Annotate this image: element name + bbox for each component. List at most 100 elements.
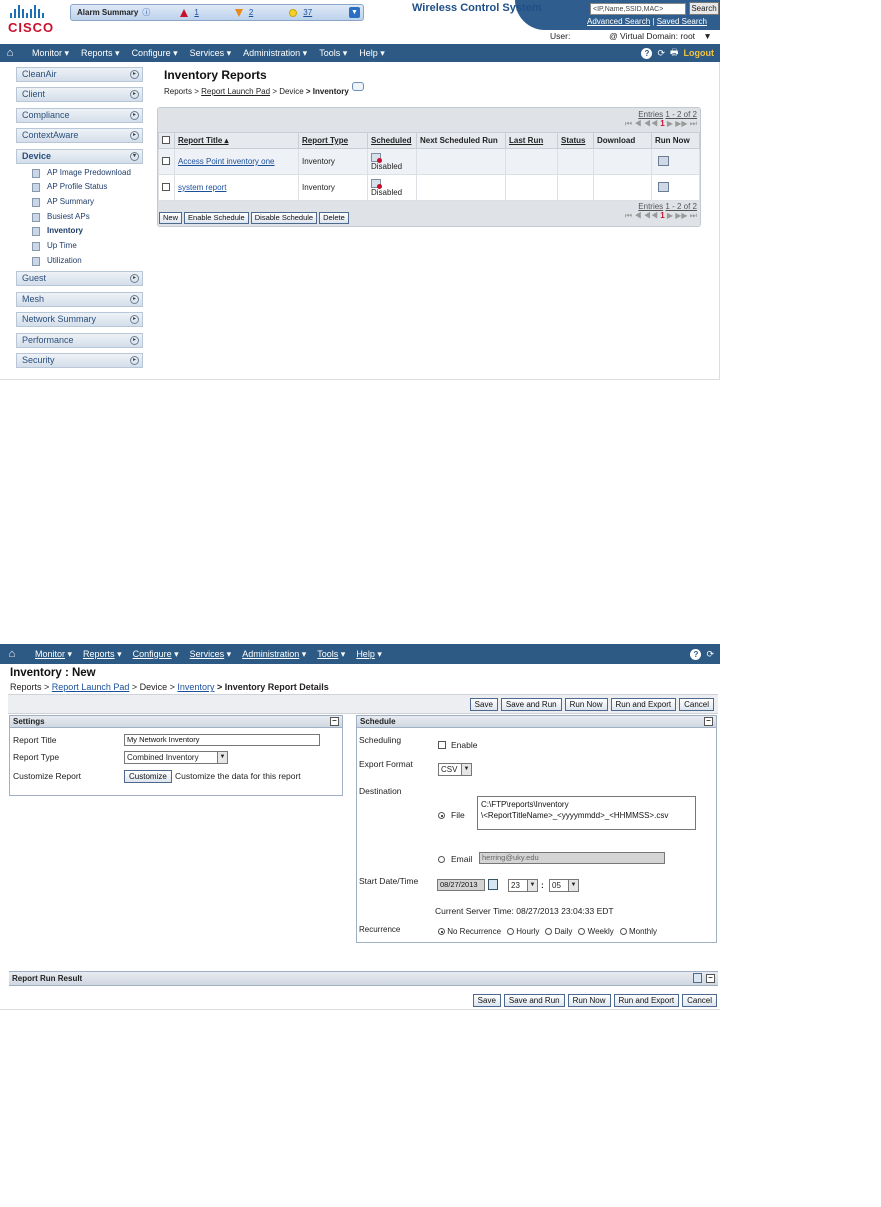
menu-reports[interactable]: Reports ▾: [81, 48, 120, 59]
collapse-icon[interactable]: –: [704, 717, 713, 726]
help-icon[interactable]: ?: [690, 648, 702, 660]
file-radio[interactable]: [438, 812, 445, 819]
sidebar-item-client[interactable]: Client ▸: [16, 87, 143, 103]
menu-configure[interactable]: Configure ▾: [132, 48, 178, 59]
menu-services[interactable]: Services ▾: [190, 649, 232, 660]
customize-button[interactable]: Customize: [124, 770, 172, 783]
major-alarm-count[interactable]: 2: [249, 8, 253, 17]
calendar-icon[interactable]: [488, 879, 498, 890]
sidebar-item-security[interactable]: Security ▸: [16, 352, 143, 368]
recurrence-hourly[interactable]: Hourly: [507, 927, 539, 936]
run-now-button[interactable]: Run Now: [567, 994, 611, 1007]
sidebar-subitem-up-time[interactable]: Up Time: [16, 239, 143, 254]
logout-link[interactable]: Logout: [684, 48, 715, 58]
global-search-input[interactable]: <IP,Name,SSID,MAC>: [590, 3, 686, 15]
breadcrumb-report-launch-pad[interactable]: Report Launch Pad: [52, 682, 130, 692]
pager-prev-icons[interactable]: ⏮ ◀ ◀◀: [625, 119, 658, 128]
run-and-export-button[interactable]: Run and Export: [610, 698, 677, 711]
report-title-link[interactable]: Access Point inventory one: [178, 157, 275, 166]
run-and-export-button[interactable]: Run and Export: [613, 994, 680, 1007]
new-button[interactable]: New: [159, 212, 183, 224]
sidebar-subitem-busiest-aps[interactable]: Busiest APs: [16, 210, 143, 225]
home-icon[interactable]: ⌂: [0, 648, 24, 660]
comment-bubble-icon[interactable]: [352, 82, 364, 91]
menu-configure[interactable]: Configure ▾: [133, 649, 179, 660]
search-button[interactable]: Search: [689, 2, 719, 15]
advanced-search-link[interactable]: Advanced Search: [587, 17, 650, 26]
save-and-run-button[interactable]: Save and Run: [503, 994, 565, 1007]
sidebar-item-network-summary[interactable]: Network Summary ▸: [16, 312, 143, 328]
menu-help[interactable]: Help ▾: [356, 649, 382, 660]
col-last-run[interactable]: Last Run: [505, 132, 558, 149]
menu-monitor[interactable]: Monitor ▾: [35, 649, 72, 660]
sidebar-item-device[interactable]: Device ▾: [16, 148, 143, 164]
home-icon[interactable]: ⌂: [0, 47, 20, 59]
report-type-select[interactable]: Combined Inventory ▼: [124, 751, 228, 764]
email-radio[interactable]: [438, 856, 445, 863]
recurrence-weekly[interactable]: Weekly: [578, 927, 614, 936]
alarm-summary-bar[interactable]: Alarm Summary ⓘ 1 2 37 ▼: [70, 4, 364, 21]
collapse-icon[interactable]: –: [330, 717, 339, 726]
disable-schedule-button[interactable]: Disable Schedule: [250, 212, 318, 224]
pager-next-icons[interactable]: ▶ ▶▶ ⏭: [667, 211, 697, 220]
row-checkbox[interactable]: [162, 156, 170, 165]
help-icon[interactable]: ?: [641, 47, 653, 59]
refresh-icon[interactable]: ⟳: [657, 48, 665, 59]
critical-alarm-count[interactable]: 1: [194, 8, 198, 17]
sidebar-item-compliance[interactable]: Compliance ▸: [16, 107, 143, 123]
sidebar-subitem-inventory[interactable]: Inventory: [16, 224, 143, 239]
col-report-title[interactable]: Report Title ▴: [174, 132, 299, 149]
cancel-button[interactable]: Cancel: [682, 994, 717, 1007]
export-format-select[interactable]: CSV ▼: [438, 763, 472, 776]
pager-prev-icons[interactable]: ⏮ ◀ ◀◀: [625, 211, 658, 220]
menu-services[interactable]: Services ▾: [190, 48, 232, 59]
sidebar-item-cleanair[interactable]: CleanAir ▸: [16, 67, 143, 82]
sidebar-item-contextaware[interactable]: ContextAware ▸: [16, 128, 143, 144]
report-title-link[interactable]: system report: [178, 183, 226, 192]
save-and-run-button[interactable]: Save and Run: [500, 698, 562, 711]
recurrence-monthly[interactable]: Monthly: [619, 927, 657, 936]
cancel-button[interactable]: Cancel: [679, 698, 714, 711]
menu-reports[interactable]: Reports ▾: [83, 649, 122, 660]
pager-next-icons[interactable]: ▶ ▶▶ ⏭: [667, 119, 697, 128]
save-button[interactable]: Save: [472, 994, 501, 1007]
sidebar-item-guest[interactable]: Guest ▸: [16, 271, 143, 287]
run-now-button[interactable]: Run Now: [564, 698, 608, 711]
breadcrumb-report-launch-pad[interactable]: Report Launch Pad: [201, 87, 270, 96]
domain-dropdown-icon[interactable]: ▼: [703, 31, 711, 41]
menu-tools[interactable]: Tools ▾: [319, 48, 347, 59]
sidebar-subitem-utilization[interactable]: Utilization: [16, 254, 143, 269]
menu-administration[interactable]: Administration ▾: [243, 48, 307, 59]
sidebar-item-mesh[interactable]: Mesh ▸: [16, 291, 143, 307]
select-all-checkbox[interactable]: [162, 135, 170, 144]
refresh-icon[interactable]: ⟳: [706, 649, 714, 660]
save-button[interactable]: Save: [469, 698, 498, 711]
breadcrumb-inventory[interactable]: Inventory: [177, 682, 214, 692]
run-now-icon[interactable]: [658, 155, 669, 166]
export-icon[interactable]: [693, 973, 702, 983]
email-input[interactable]: herring@uky.edu: [479, 852, 665, 864]
delete-button[interactable]: Delete: [319, 212, 349, 224]
enable-schedule-checkbox[interactable]: [438, 741, 446, 749]
enable-schedule-button[interactable]: Enable Schedule: [184, 212, 249, 224]
col-status[interactable]: Status: [557, 132, 594, 149]
minute-select[interactable]: 05 ▼: [549, 879, 579, 892]
print-icon[interactable]: 🖶: [670, 45, 679, 61]
saved-search-link[interactable]: Saved Search: [657, 17, 707, 26]
sidebar-item-performance[interactable]: Performance ▸: [16, 332, 143, 348]
sidebar-subitem-ap-summary[interactable]: AP Summary: [16, 195, 143, 210]
menu-tools[interactable]: Tools ▾: [317, 649, 345, 660]
menu-administration[interactable]: Administration ▾: [242, 649, 306, 660]
sidebar-subitem-ap-image-predownload[interactable]: AP Image Predownload: [16, 166, 143, 181]
minor-alarm-count[interactable]: 37: [303, 8, 312, 17]
collapse-icon[interactable]: –: [706, 974, 715, 983]
col-report-type[interactable]: Report Type: [298, 132, 368, 149]
menu-monitor[interactable]: Monitor ▾: [32, 48, 69, 59]
alarm-dropdown-icon[interactable]: ▼: [349, 7, 360, 18]
report-title-input[interactable]: My Network Inventory: [124, 734, 320, 746]
run-now-icon[interactable]: [658, 181, 669, 192]
start-date-input[interactable]: 08/27/2013: [437, 879, 485, 891]
hour-select[interactable]: 23 ▼: [508, 879, 538, 892]
file-path-textarea[interactable]: C:\FTP\reports\Inventory \<ReportTitleNa…: [477, 796, 696, 830]
sidebar-subitem-ap-profile-status[interactable]: AP Profile Status: [16, 180, 143, 195]
